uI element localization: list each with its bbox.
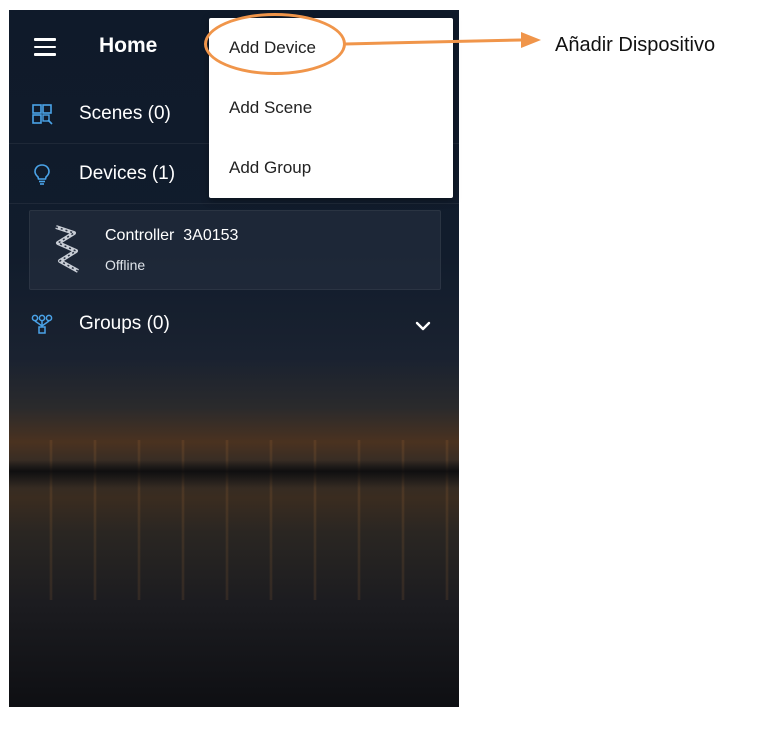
groups-label: Groups (0) bbox=[79, 313, 170, 334]
devices-label: Devices (1) bbox=[79, 163, 176, 184]
device-name: Controller 3A0153 bbox=[105, 227, 239, 244]
scenes-icon bbox=[32, 104, 53, 125]
led-strip-icon bbox=[55, 225, 79, 273]
annotation-label: Añadir Dispositivo bbox=[555, 34, 716, 56]
groups-section[interactable]: Groups (0) bbox=[9, 295, 459, 353]
annotation-arrow-icon bbox=[345, 32, 541, 48]
groups-icon bbox=[31, 314, 53, 334]
menu-item-label: Add Device bbox=[229, 38, 316, 57]
background-reflection bbox=[9, 440, 459, 600]
device-status: Offline bbox=[105, 257, 146, 273]
device-item[interactable]: Controller 3A0153 Offline bbox=[29, 210, 441, 290]
menu-item-add-scene[interactable]: Add Scene bbox=[209, 78, 453, 138]
menu-item-label: Add Group bbox=[229, 158, 312, 177]
menu-item-add-group[interactable]: Add Group bbox=[209, 138, 453, 198]
hamburger-menu-icon[interactable] bbox=[34, 38, 56, 56]
page-title: Home bbox=[99, 34, 158, 57]
chevron-down-icon[interactable] bbox=[414, 320, 432, 332]
lightbulb-icon bbox=[34, 164, 50, 185]
background-horizon bbox=[9, 460, 459, 488]
scenes-label: Scenes (0) bbox=[79, 103, 171, 124]
menu-item-label: Add Scene bbox=[229, 98, 313, 117]
